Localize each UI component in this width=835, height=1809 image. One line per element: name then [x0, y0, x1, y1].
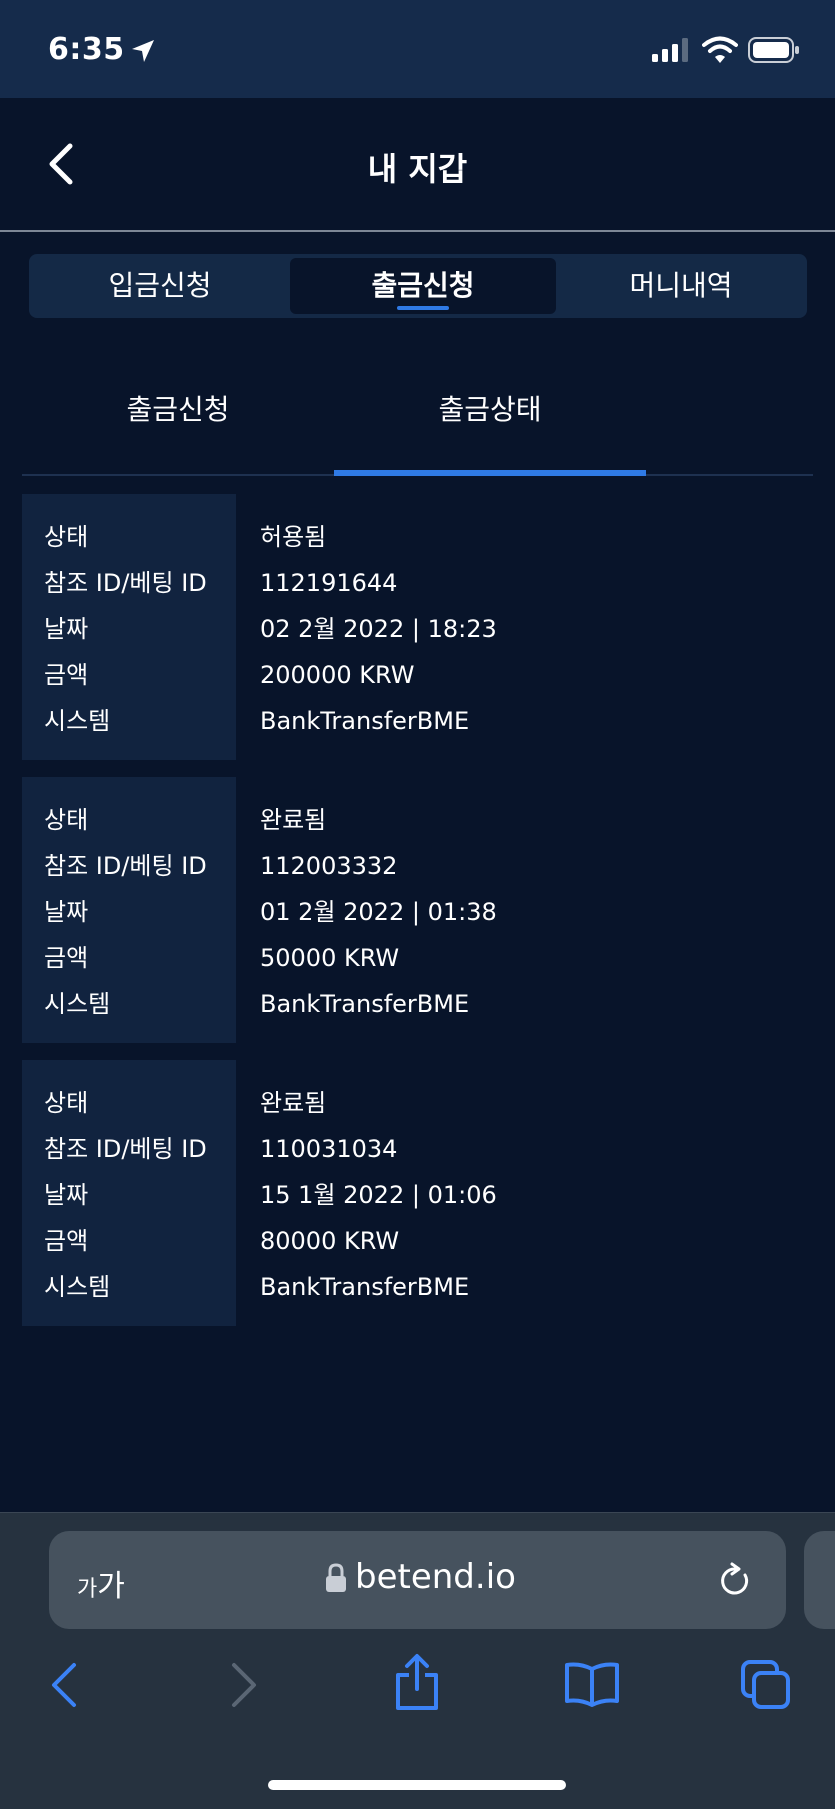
- label-system: 시스템: [44, 707, 111, 735]
- label-status: 상태: [44, 1089, 89, 1117]
- subtab-active-indicator: [334, 470, 646, 476]
- value-date: 15 1월 2022 | 01:06: [260, 1181, 497, 1209]
- lock-icon: [326, 1563, 346, 1592]
- browser-back-icon[interactable]: [48, 1661, 80, 1709]
- withdrawal-record: 상태 참조 ID/베팅 ID 날짜 금액 시스템 완료됨 110031034 1…: [22, 1060, 813, 1326]
- status-time: 6:35: [48, 32, 125, 67]
- tab-withdraw-request-label: 출금신청: [371, 269, 475, 302]
- address-bar[interactable]: 가가 betend.io: [49, 1531, 786, 1629]
- reload-icon[interactable]: [717, 1561, 753, 1599]
- tab-deposit-request[interactable]: 입금신청: [35, 258, 285, 314]
- label-status: 상태: [44, 806, 89, 834]
- value-status: 허용됨: [260, 523, 327, 551]
- label-status: 상태: [44, 523, 89, 551]
- value-system: BankTransferBME: [260, 990, 470, 1018]
- value-date: 01 2월 2022 | 01:38: [260, 898, 497, 926]
- label-system: 시스템: [44, 990, 111, 1018]
- withdrawal-record-list: 상태 참조 ID/베팅 ID 날짜 금액 시스템 허용됨 112191644 0…: [22, 494, 813, 1343]
- tab-withdraw-request[interactable]: 출금신청: [290, 258, 556, 314]
- tabs-icon[interactable]: [740, 1659, 792, 1711]
- location-arrow-icon: [132, 40, 154, 62]
- value-ref-id: 110031034: [260, 1135, 398, 1163]
- sub-tabs: 출금신청 출금상태: [22, 370, 813, 476]
- label-ref-id: 참조 ID/베팅 ID: [44, 852, 207, 880]
- label-date: 날짜: [44, 898, 89, 926]
- share-icon[interactable]: [394, 1653, 440, 1711]
- value-amount: 80000 KRW: [260, 1227, 400, 1255]
- wifi-icon: [702, 36, 738, 63]
- label-amount: 금액: [44, 944, 89, 972]
- label-amount: 금액: [44, 1227, 89, 1255]
- subtab-withdraw-status[interactable]: 출금상태: [334, 370, 646, 476]
- value-system: BankTransferBME: [260, 707, 470, 735]
- subtab-withdraw-status-label: 출금상태: [438, 393, 542, 426]
- home-indicator: [268, 1780, 566, 1790]
- text-size-small-glyph: 가: [77, 1577, 98, 1602]
- label-date: 날짜: [44, 1181, 89, 1209]
- main-tabs: 입금신청 출금신청 머니내역: [29, 254, 807, 318]
- app-header: 내 지갑: [0, 98, 835, 232]
- label-system: 시스템: [44, 1273, 111, 1301]
- value-ref-id: 112003332: [260, 852, 398, 880]
- status-bar: 6:35: [0, 0, 835, 98]
- next-tab-address-bar[interactable]: [804, 1531, 835, 1629]
- withdrawal-record: 상태 참조 ID/베팅 ID 날짜 금액 시스템 허용됨 112191644 0…: [22, 494, 813, 760]
- label-ref-id: 참조 ID/베팅 ID: [44, 1135, 207, 1163]
- value-status: 완료됨: [260, 806, 327, 834]
- page-title: 내 지갑: [367, 150, 468, 188]
- label-ref-id: 참조 ID/베팅 ID: [44, 569, 207, 597]
- value-system: BankTransferBME: [260, 1273, 470, 1301]
- cellular-signal-icon: [652, 38, 688, 62]
- battery-icon: [748, 37, 799, 63]
- text-size-button[interactable]: 가가: [77, 1561, 125, 1605]
- tab-active-indicator: [397, 306, 449, 310]
- text-size-large-glyph: 가: [97, 1569, 125, 1604]
- browser-forward-icon[interactable]: [228, 1661, 260, 1709]
- tab-money-history[interactable]: 머니내역: [561, 258, 801, 314]
- value-status: 완료됨: [260, 1089, 327, 1117]
- url-text: betend.io: [355, 1557, 516, 1597]
- value-amount: 200000 KRW: [260, 661, 415, 689]
- subtab-withdraw-request[interactable]: 출금신청: [22, 370, 334, 474]
- label-date: 날짜: [44, 615, 89, 643]
- value-amount: 50000 KRW: [260, 944, 400, 972]
- label-amount: 금액: [44, 661, 89, 689]
- browser-toolbar: 가가 betend.io: [0, 1512, 835, 1809]
- withdrawal-record: 상태 참조 ID/베팅 ID 날짜 금액 시스템 완료됨 112003332 0…: [22, 777, 813, 1043]
- bookmarks-icon[interactable]: [564, 1661, 620, 1707]
- value-date: 02 2월 2022 | 18:23: [260, 615, 497, 643]
- value-ref-id: 112191644: [260, 569, 398, 597]
